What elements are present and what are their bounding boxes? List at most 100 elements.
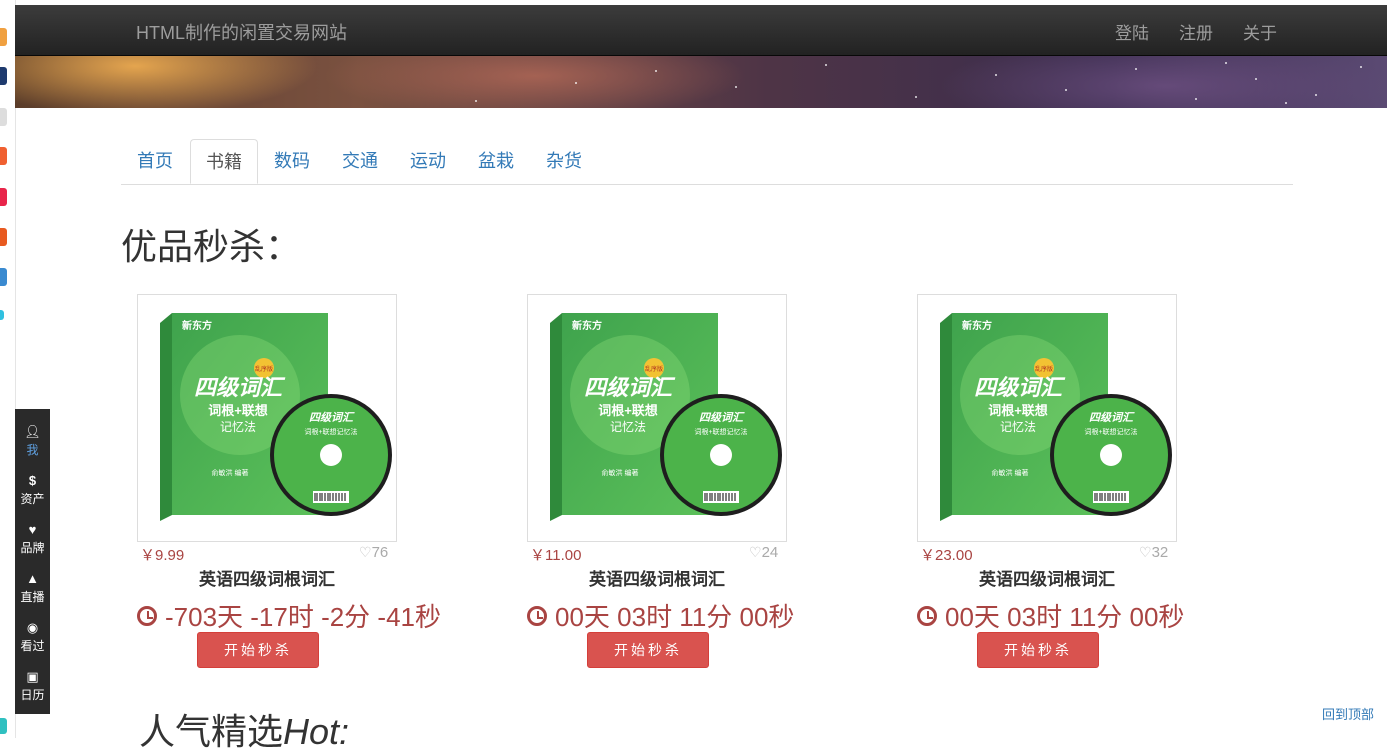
tab-misc[interactable]: 杂货 <box>530 139 598 183</box>
dock-item-calendar[interactable]: ▣ 日历 <box>15 670 50 703</box>
book-title-text: 四级词汇 <box>974 375 1066 400</box>
countdown-text: -703天 -17时 -2分 -41秒 <box>165 602 441 632</box>
product-name[interactable]: 英语四级词根词汇 <box>137 565 397 590</box>
user-icon: 👤︎ <box>24 424 41 439</box>
bookmark-icon[interactable] <box>0 28 7 46</box>
product-card: 新东方 乱序版 四级词汇 词根+联想 记忆法 俞敏洪 编著 四级词汇 词根+联想… <box>137 294 441 674</box>
book-subtitle-1: 词根+联想 <box>208 403 268 418</box>
book-subtitle-2: 记忆法 <box>220 420 256 434</box>
bookmark-icon[interactable] <box>0 228 7 246</box>
dock-item-me[interactable]: 👤︎ 我 <box>15 425 50 458</box>
book-subtitle-1: 词根+联想 <box>598 403 658 418</box>
nav-links: 登陆 注册 关于 <box>1115 19 1277 44</box>
countdown-text: 00天 03时 11分 00秒 <box>945 602 1185 632</box>
hot-title-en: Hot: <box>283 711 350 752</box>
book-title-text: 四级词汇 <box>584 375 676 400</box>
dock-label: 资产 <box>20 492 45 506</box>
product-price: ￥11.00 <box>530 547 582 564</box>
section-title: 优品秒杀： <box>121 226 302 267</box>
countdown-timer: 00天 03时 11分 00秒 <box>527 597 794 634</box>
back-to-top-link[interactable]: 回到顶部 <box>1322 704 1374 723</box>
disc-title: 四级词汇 <box>699 411 745 424</box>
register-link[interactable]: 注册 <box>1179 19 1213 44</box>
book-subtitle-2: 记忆法 <box>1000 420 1036 434</box>
dock-item-live[interactable]: ▲ 直播 <box>15 572 50 605</box>
login-link[interactable]: 登陆 <box>1115 19 1149 44</box>
dock-label: 我 <box>26 443 39 457</box>
book-subtitle-1: 词根+联想 <box>988 403 1048 418</box>
countdown-timer: -703天 -17时 -2分 -41秒 <box>137 597 441 634</box>
like-count[interactable]: ♡76 <box>359 544 388 561</box>
like-count-value: 32 <box>1151 544 1169 561</box>
tab-sports[interactable]: 运动 <box>394 139 462 183</box>
countdown-text: 00天 03时 11分 00秒 <box>555 602 795 632</box>
heart-icon: ♡ <box>749 544 762 560</box>
heart-icon: ♥ <box>28 522 37 537</box>
dock-item-brands[interactable]: ♥ 品牌 <box>15 523 50 556</box>
bookmark-icon[interactable] <box>0 147 7 165</box>
disc-title: 四级词汇 <box>1089 411 1135 424</box>
book-brand-logo: 新东方 <box>962 319 992 332</box>
disc-subtitle: 词根+联想记忆法 <box>694 427 747 436</box>
book-author: 俞敏洪 编著 <box>992 468 1029 477</box>
countdown-timer: 00天 03时 11分 00秒 <box>917 597 1184 634</box>
dock-item-viewed[interactable]: ◉ 看过 <box>15 621 50 654</box>
bookmark-icon[interactable] <box>0 188 7 206</box>
hot-section-title: 人气精选Hot: <box>139 703 349 755</box>
tab-plants[interactable]: 盆栽 <box>462 139 530 183</box>
like-count[interactable]: ♡32 <box>1139 544 1168 561</box>
dock-label: 直播 <box>20 590 45 604</box>
clock-icon <box>137 605 157 626</box>
dock-label: 看过 <box>20 639 45 653</box>
clock-icon <box>917 605 937 626</box>
heart-icon: ♡ <box>1139 544 1152 560</box>
about-link[interactable]: 关于 <box>1243 19 1277 44</box>
product-image[interactable]: 新东方 乱序版 四级词汇 词根+联想 记忆法 俞敏洪 编著 四级词汇 词根+联想… <box>137 294 397 542</box>
like-count-value: 24 <box>761 544 779 561</box>
bookmark-icon[interactable] <box>0 718 7 734</box>
disc-subtitle: 词根+联想记忆法 <box>1084 427 1137 436</box>
product-price: ￥9.99 <box>140 547 185 564</box>
hot-title-zh: 人气精选 <box>139 711 284 752</box>
book-title-text: 四级词汇 <box>194 375 286 400</box>
eye-icon: ◉ <box>26 620 39 635</box>
bookmark-icon[interactable] <box>0 310 4 320</box>
book-badge: 乱序版 <box>255 365 273 373</box>
dock-label: 品牌 <box>20 541 45 555</box>
bell-icon: ▲ <box>26 571 39 586</box>
disc-subtitle: 词根+联想记忆法 <box>304 427 357 436</box>
start-flash-sale-button[interactable]: 开始秒杀 <box>197 632 319 668</box>
dock-item-assets[interactable]: $ 资产 <box>15 474 50 507</box>
book-author: 俞敏洪 编著 <box>602 468 639 477</box>
book-author: 俞敏洪 编著 <box>212 468 249 477</box>
bookmark-icon[interactable] <box>0 108 7 126</box>
bookmark-icon[interactable] <box>0 268 7 286</box>
start-flash-sale-button[interactable]: 开始秒杀 <box>587 632 709 668</box>
book-subtitle-2: 记忆法 <box>610 420 646 434</box>
tab-books[interactable]: 书籍 <box>190 139 258 184</box>
product-card: 新东方 乱序版 四级词汇 词根+联想 记忆法 俞敏洪 编著 四级词汇 词根+联想… <box>917 294 1217 674</box>
clock-icon <box>527 605 547 626</box>
bookmark-icon[interactable] <box>0 67 7 85</box>
calendar-icon: ▣ <box>26 669 39 684</box>
side-dock: 👤︎ 我 $ 资产 ♥ 品牌 ▲ 直播 ◉ 看过 ▣ 日历 <box>15 409 50 714</box>
tab-transport[interactable]: 交通 <box>326 139 394 183</box>
heart-icon: ♡ <box>359 544 372 560</box>
like-count-value: 76 <box>371 544 389 561</box>
product-image[interactable]: 新东方 乱序版 四级词汇 词根+联想 记忆法 俞敏洪 编著 四级词汇 词根+联想… <box>527 294 787 542</box>
tab-home[interactable]: 首页 <box>121 139 189 183</box>
like-count[interactable]: ♡24 <box>749 544 778 561</box>
product-image[interactable]: 新东方 乱序版 四级词汇 词根+联想 记忆法 俞敏洪 编著 四级词汇 词根+联想… <box>917 294 1177 542</box>
dollar-icon: $ <box>28 473 37 488</box>
site-brand[interactable]: HTML制作的闲置交易网站 <box>136 19 347 45</box>
product-name[interactable]: 英语四级词根词汇 <box>527 565 787 590</box>
product-name[interactable]: 英语四级词根词汇 <box>917 565 1177 590</box>
dock-label: 日历 <box>20 688 45 702</box>
bookmark-edge-strip <box>0 0 16 738</box>
start-flash-sale-button[interactable]: 开始秒杀 <box>977 632 1099 668</box>
book-brand-logo: 新东方 <box>572 319 602 332</box>
product-price: ￥23.00 <box>920 547 973 564</box>
tab-digital[interactable]: 数码 <box>258 139 326 183</box>
product-card: 新东方 乱序版 四级词汇 词根+联想 记忆法 俞敏洪 编著 四级词汇 词根+联想… <box>527 294 827 674</box>
top-navbar: HTML制作的闲置交易网站 登陆 注册 关于 <box>15 5 1387 56</box>
